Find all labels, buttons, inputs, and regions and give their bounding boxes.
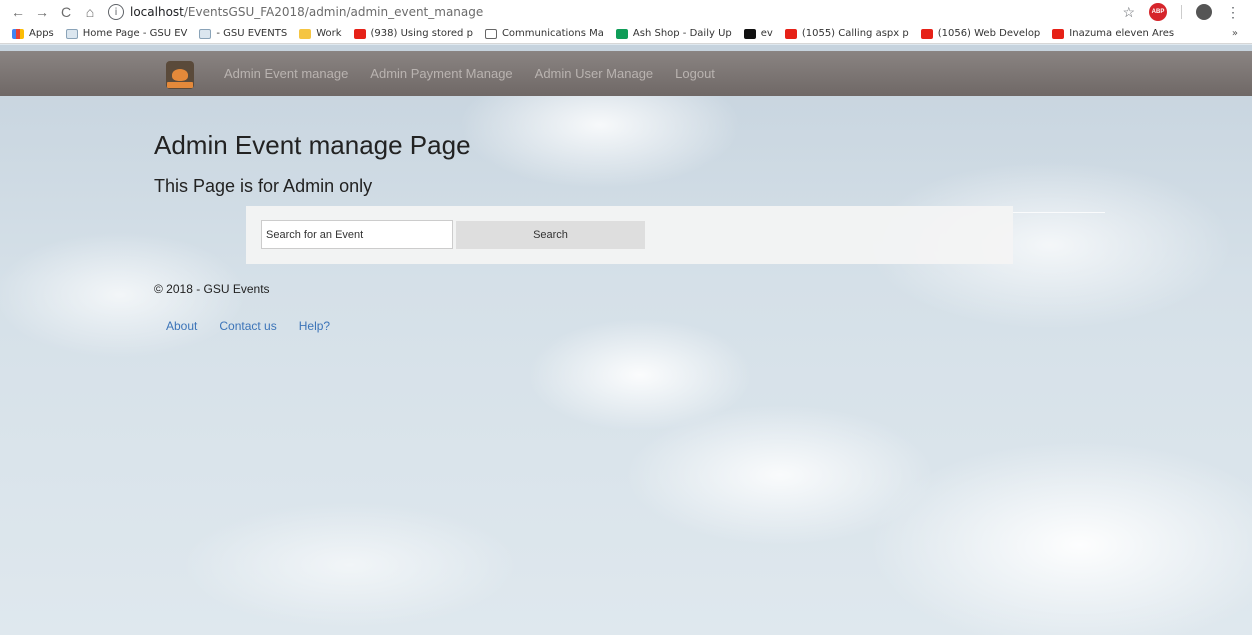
nav-admin-user-manage[interactable]: Admin User Manage — [535, 66, 654, 81]
bookmarks-overflow-icon[interactable]: » — [1232, 28, 1252, 39]
bookmark-inazuma[interactable]: Inazuma eleven Ares — [1052, 28, 1174, 39]
bookmark-apps[interactable]: Apps — [12, 28, 54, 39]
bookmark-label: ev — [760, 28, 773, 39]
bookmark-work[interactable]: Work — [299, 28, 342, 39]
page-title: Admin Event manage Page — [154, 130, 471, 160]
adblock-icon[interactable]: ABP — [1149, 3, 1167, 21]
logo-banner — [167, 82, 193, 88]
youtube-icon — [920, 28, 933, 39]
gsu-logo[interactable] — [166, 61, 194, 89]
bookmark-youtube-1056[interactable]: (1056) Web Develop — [920, 28, 1041, 39]
github-icon — [743, 28, 756, 39]
bookmark-label: Inazuma eleven Ares — [1069, 28, 1175, 39]
url-path: /EventsGSU_FA2018/admin/admin_event_mana… — [183, 5, 484, 19]
bookmark-communications[interactable]: Communications Ma — [484, 28, 604, 39]
doc-icon — [484, 28, 497, 39]
bookmark-label: Apps — [29, 28, 54, 39]
page-subtitle: This Page is for Admin only — [154, 176, 373, 196]
bookmark-star-icon[interactable]: ☆ — [1122, 4, 1135, 21]
nav-logout[interactable]: Logout — [675, 66, 715, 81]
footer-link-about[interactable]: About — [166, 319, 197, 333]
bookmark-youtube-1055[interactable]: (1055) Calling aspx p — [784, 28, 909, 39]
search-panel: Search — [246, 206, 1013, 264]
toolbar-divider — [1181, 5, 1182, 19]
address-bar[interactable]: i localhost/EventsGSU_FA2018/admin/admin… — [108, 2, 1122, 22]
bookmark-home-page[interactable]: Home Page - GSU EV — [65, 28, 188, 39]
url-host: localhost — [130, 5, 184, 19]
folder-icon — [299, 28, 312, 39]
back-icon[interactable]: ← — [8, 4, 28, 20]
search-button[interactable]: Search — [456, 221, 645, 249]
nav-admin-payment-manage[interactable]: Admin Payment Manage — [370, 66, 512, 81]
bookmark-label: Work — [316, 28, 342, 39]
bookmark-label: (1056) Web Develop — [937, 28, 1041, 39]
sheet-icon — [615, 28, 628, 39]
bookmark-gsu-events[interactable]: - GSU EVENTS — [199, 28, 287, 39]
home-icon[interactable]: ⌂ — [80, 4, 100, 20]
footer-copyright: © 2018 - GSU Events — [154, 282, 270, 296]
bookmark-label: - GSU EVENTS — [216, 28, 288, 39]
bookmark-ash-shop[interactable]: Ash Shop - Daily Up — [615, 28, 732, 39]
event-search-input[interactable] — [261, 220, 453, 249]
bookmark-youtube-938[interactable]: (938) Using stored p — [353, 28, 473, 39]
profile-avatar-icon[interactable] — [1196, 4, 1212, 20]
footer-link-help[interactable]: Help? — [299, 319, 330, 333]
page-icon — [65, 28, 78, 39]
apps-icon — [12, 28, 24, 39]
browser-menu-icon[interactable]: ⋮ — [1226, 4, 1240, 21]
site-navbar: Admin Event manage Admin Payment Manage … — [0, 51, 1252, 96]
youtube-icon — [1052, 28, 1065, 39]
bookmarks-bar: Apps Home Page - GSU EV - GSU EVENTS Wor… — [0, 24, 1252, 44]
youtube-icon — [784, 28, 797, 39]
page-icon — [199, 28, 212, 39]
bookmark-label: Home Page - GSU EV — [82, 28, 188, 39]
forward-icon[interactable]: → — [32, 4, 52, 20]
bookmark-label: (938) Using stored p — [370, 28, 473, 39]
page-content: Admin Event manage Admin Payment Manage … — [0, 45, 1252, 635]
footer-links: About Contact us Help? — [166, 319, 330, 333]
footer-link-contact[interactable]: Contact us — [219, 319, 276, 333]
bookmark-label: (1055) Calling aspx p — [801, 28, 909, 39]
nav-admin-event-manage[interactable]: Admin Event manage — [224, 66, 348, 81]
bookmark-label: Communications Ma — [501, 28, 604, 39]
divider-line — [1013, 212, 1105, 213]
bookmark-label: Ash Shop - Daily Up — [632, 28, 732, 39]
youtube-icon — [353, 28, 366, 39]
browser-toolbar: ← → C ⌂ i localhost/EventsGSU_FA2018/adm… — [0, 0, 1252, 24]
reload-icon[interactable]: C — [56, 4, 76, 20]
info-icon[interactable]: i — [108, 4, 124, 20]
bookmark-ev[interactable]: ev — [743, 28, 773, 39]
mascot-icon — [172, 69, 188, 81]
